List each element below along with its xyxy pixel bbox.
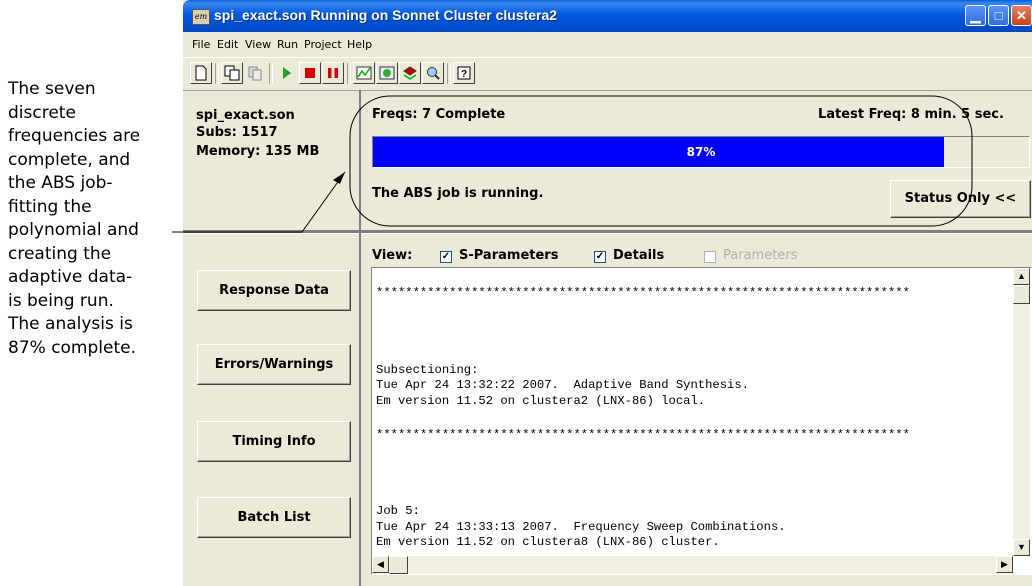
callout-leader <box>172 171 346 233</box>
callout-arrowhead <box>333 172 345 184</box>
callout-bubble <box>349 95 973 227</box>
annotation-callout <box>172 95 973 233</box>
